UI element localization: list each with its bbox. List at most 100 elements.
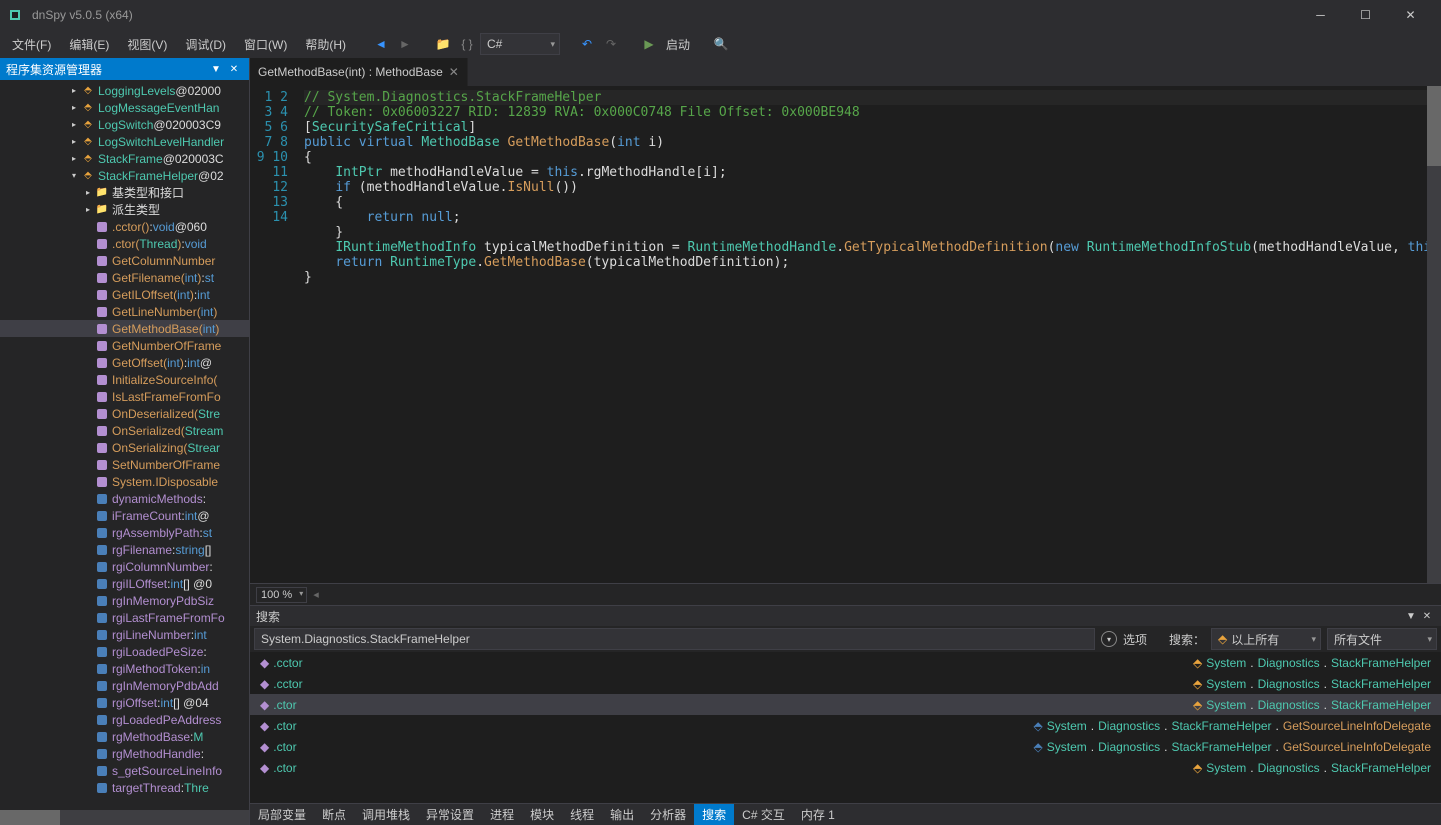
panel-dropdown-icon[interactable]: ▼: [207, 60, 225, 78]
tree-row[interactable]: rgiLastFrameFromFo: [0, 609, 249, 626]
tree-row[interactable]: GetColumnNumber: [0, 252, 249, 269]
options-icon[interactable]: ▾: [1101, 631, 1117, 647]
tree-row[interactable]: rgAssemblyPath : st: [0, 524, 249, 541]
bottom-tab[interactable]: 线程: [562, 804, 602, 825]
bottom-tab[interactable]: 局部变量: [250, 804, 314, 825]
search-files-combo[interactable]: 所有文件: [1327, 628, 1437, 650]
tree-row[interactable]: ▾⬘StackFrameHelper @02: [0, 167, 249, 184]
tree-row[interactable]: rgiColumnNumber :: [0, 558, 249, 575]
ns-icon[interactable]: { }: [456, 33, 478, 55]
language-combo[interactable]: C#: [480, 33, 560, 55]
tab-close-icon[interactable]: ✕: [449, 65, 459, 79]
code-area[interactable]: // System.Diagnostics.StackFrameHelper /…: [304, 86, 1427, 583]
tree-row[interactable]: rgInMemoryPdbSiz: [0, 592, 249, 609]
redo-icon[interactable]: ↷: [600, 33, 622, 55]
menu-item[interactable]: 编辑(E): [61, 32, 117, 57]
bottom-tab[interactable]: 搜索: [694, 804, 734, 825]
bottom-tab[interactable]: 断点: [314, 804, 354, 825]
sidebar-scroll-h[interactable]: [0, 810, 249, 825]
search-dropdown-icon[interactable]: ▼: [1403, 608, 1419, 624]
start-label[interactable]: 启动: [662, 36, 694, 53]
tree-row[interactable]: GetMethodBase(int): [0, 320, 249, 337]
bottom-tab[interactable]: 调用堆栈: [354, 804, 418, 825]
search-scope-combo[interactable]: ⬘以上所有: [1211, 628, 1321, 650]
tree-row[interactable]: rgiILOffset : int[] @0: [0, 575, 249, 592]
tree-row[interactable]: IsLastFrameFromFo: [0, 388, 249, 405]
tree-row[interactable]: OnDeserialized(Stre: [0, 405, 249, 422]
code-editor[interactable]: 1 2 3 4 5 6 7 8 9 10 11 12 13 14 // Syst…: [250, 86, 1441, 583]
minimize-button[interactable]: ─: [1298, 0, 1343, 30]
menu-item[interactable]: 文件(F): [4, 32, 59, 57]
tree-row[interactable]: OnSerializing(Strear: [0, 439, 249, 456]
start-icon[interactable]: ▶: [638, 33, 660, 55]
search-result-row[interactable]: ◆.ctor⬘System.Diagnostics.StackFrameHelp…: [250, 715, 1441, 736]
open-icon[interactable]: 📁: [432, 33, 454, 55]
search-toolbar-icon[interactable]: 🔍: [710, 33, 732, 55]
search-results[interactable]: ◆.cctor⬘System.Diagnostics.StackFrameHel…: [250, 652, 1441, 803]
tree-row[interactable]: s_getSourceLineInfo: [0, 762, 249, 779]
titlebar: dnSpy v5.0.5 (x64) ─ ☐ ✕: [0, 0, 1441, 30]
tree-row[interactable]: rgMethodBase : M: [0, 728, 249, 745]
tree-row[interactable]: ▸⬘LogMessageEventHan: [0, 99, 249, 116]
tree-row[interactable]: GetNumberOfFrame: [0, 337, 249, 354]
tree-row[interactable]: ▸⬘LogSwitchLevelHandler: [0, 133, 249, 150]
bottom-tab[interactable]: 内存 1: [793, 804, 843, 825]
tree-row[interactable]: GetILOffset(int) : int: [0, 286, 249, 303]
close-button[interactable]: ✕: [1388, 0, 1433, 30]
menu-item[interactable]: 帮助(H): [297, 32, 354, 57]
tree-row[interactable]: OnSerialized(Stream: [0, 422, 249, 439]
bottom-tab[interactable]: 异常设置: [418, 804, 482, 825]
search-result-row[interactable]: ◆.cctor⬘System.Diagnostics.StackFrameHel…: [250, 673, 1441, 694]
bottom-tab[interactable]: 进程: [482, 804, 522, 825]
tree-row[interactable]: .cctor() : void @060: [0, 218, 249, 235]
tree-row[interactable]: System.IDisposable: [0, 473, 249, 490]
bottom-tab[interactable]: C# 交互: [734, 804, 793, 825]
nav-fwd-icon[interactable]: ►: [394, 33, 416, 55]
tree-row[interactable]: ▸⬘LogSwitch @020003C9: [0, 116, 249, 133]
search-result-row[interactable]: ◆.ctor⬘System.Diagnostics.StackFrameHelp…: [250, 694, 1441, 715]
tree-row[interactable]: dynamicMethods :: [0, 490, 249, 507]
tree-row[interactable]: InitializeSourceInfo(: [0, 371, 249, 388]
maximize-button[interactable]: ☐: [1343, 0, 1388, 30]
tree-row[interactable]: SetNumberOfFrame: [0, 456, 249, 473]
hscroll-left-icon[interactable]: ◂: [313, 588, 319, 601]
zoom-combo[interactable]: 100 %: [256, 587, 307, 603]
editor-tab[interactable]: GetMethodBase(int) : MethodBase ✕: [250, 58, 468, 86]
search-result-row[interactable]: ◆.cctor⬘System.Diagnostics.StackFrameHel…: [250, 652, 1441, 673]
undo-icon[interactable]: ↶: [576, 33, 598, 55]
tree-row[interactable]: rgInMemoryPdbAdd: [0, 677, 249, 694]
tree-row[interactable]: ▸⬘StackFrame @020003C: [0, 150, 249, 167]
options-label[interactable]: 选项: [1123, 631, 1147, 648]
search-result-row[interactable]: ◆.ctor⬘System.Diagnostics.StackFrameHelp…: [250, 736, 1441, 757]
tree-row[interactable]: rgiOffset : int[] @04: [0, 694, 249, 711]
search-input[interactable]: [254, 628, 1095, 650]
bottom-tab[interactable]: 模块: [522, 804, 562, 825]
tree-row[interactable]: ▸⬘LoggingLevels @02000: [0, 82, 249, 99]
nav-back-icon[interactable]: ◄: [370, 33, 392, 55]
tree-row[interactable]: rgiLineNumber : int: [0, 626, 249, 643]
assembly-tree[interactable]: ▸⬘LoggingLevels @02000▸⬘LogMessageEventH…: [0, 80, 249, 810]
bottom-tab[interactable]: 输出: [602, 804, 642, 825]
tree-row[interactable]: GetLineNumber(int): [0, 303, 249, 320]
menu-item[interactable]: 调试(D): [177, 32, 234, 57]
tree-row[interactable]: rgMethodHandle :: [0, 745, 249, 762]
menu-item[interactable]: 窗口(W): [236, 32, 295, 57]
menu-item[interactable]: 视图(V): [119, 32, 175, 57]
tree-row[interactable]: GetFilename(int) : st: [0, 269, 249, 286]
tree-row[interactable]: rgLoadedPeAddress: [0, 711, 249, 728]
tree-row[interactable]: iFrameCount : int @: [0, 507, 249, 524]
search-result-row[interactable]: ◆.ctor⬘System.Diagnostics.StackFrameHelp…: [250, 757, 1441, 778]
tree-row[interactable]: GetOffset(int) : int @: [0, 354, 249, 371]
bottom-tab[interactable]: 分析器: [642, 804, 694, 825]
editor-scroll-v[interactable]: [1427, 86, 1441, 583]
tree-row[interactable]: ▸📁派生类型: [0, 201, 249, 218]
tree-row[interactable]: rgFilename : string[]: [0, 541, 249, 558]
tree-row[interactable]: targetThread : Thre: [0, 779, 249, 796]
tree-row[interactable]: ▸📁基类型和接口: [0, 184, 249, 201]
tree-row[interactable]: rgiLoadedPeSize :: [0, 643, 249, 660]
search-close-icon[interactable]: ✕: [1419, 608, 1435, 624]
panel-close-icon[interactable]: ✕: [225, 60, 243, 78]
assembly-explorer-title: 程序集资源管理器: [6, 61, 102, 78]
tree-row[interactable]: .ctor(Thread) : void: [0, 235, 249, 252]
tree-row[interactable]: rgiMethodToken : in: [0, 660, 249, 677]
